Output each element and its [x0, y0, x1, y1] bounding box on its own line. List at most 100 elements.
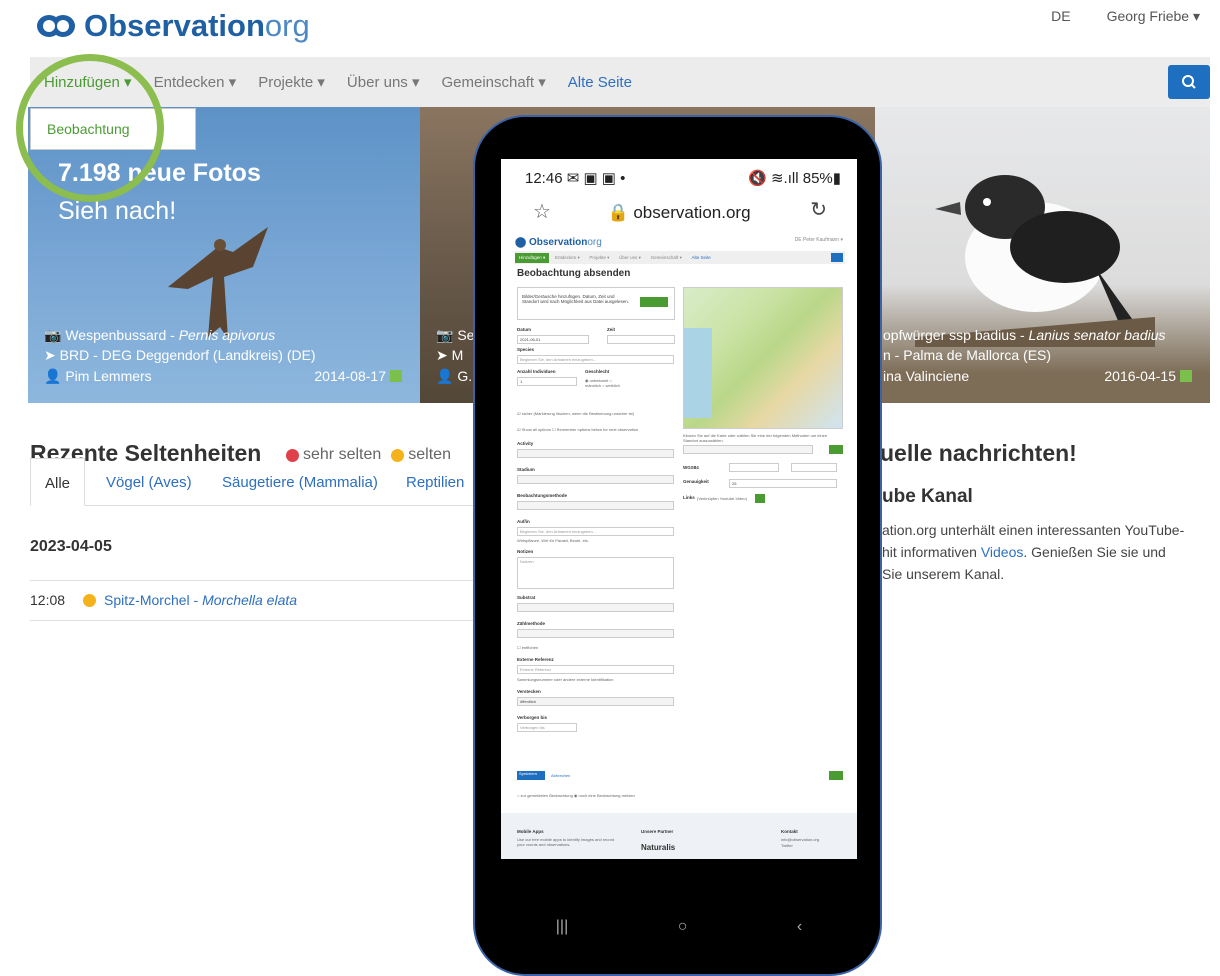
mini-top-right: DE Peter Kaufmann ▾ [794, 237, 843, 243]
hero-photo-left[interactable]: 7.198 neue Fotos Sieh nach! 📷 Wespenbuss… [28, 107, 420, 403]
mini-cancel-link[interactable]: Abbrechen [551, 773, 570, 778]
android-system-bar: ||| ○ ‹ [501, 909, 857, 945]
hero-middle-observer: 👤 G. [436, 368, 473, 384]
nav-gemeinschaft[interactable]: Gemeinschaft ▾ [441, 73, 545, 91]
mini-species-input[interactable]: Beginnen Sie, den Artnamen einzugeben... [517, 355, 674, 364]
mini-substrat-select[interactable] [517, 603, 674, 612]
youtube-text: ation.org unterhält einen interessanten … [882, 522, 1185, 582]
rarities-date: 2023-04-05 [30, 538, 112, 555]
hero-right-species: opfwürger ssp badius - Lanius senator ba… [883, 327, 1166, 343]
mini-save-button[interactable]: Speichern [517, 771, 545, 780]
tab-alle[interactable]: Alle [30, 458, 86, 506]
dropdown-beobachtung[interactable]: Beobachtung [30, 108, 196, 150]
mini-lat-input[interactable] [729, 463, 779, 472]
naturalis-logo[interactable]: Naturalis [641, 843, 675, 852]
mini-nav-item[interactable]: Über uns ▾ [619, 255, 641, 261]
language-switch[interactable]: DE [1051, 8, 1070, 25]
mini-upload-button[interactable] [640, 297, 668, 307]
mini-methode-select[interactable] [517, 501, 674, 510]
system-back-icon[interactable]: ‹ [797, 918, 802, 936]
mini-nav-item[interactable]: Projekte ▾ [589, 255, 609, 261]
nav-alte-seite[interactable]: Alte Seite [568, 74, 632, 91]
logo-suffix: org [264, 8, 310, 43]
mini-locate-button[interactable] [829, 445, 843, 454]
mini-zeit-input[interactable] [607, 335, 675, 344]
mini-show-all-checkbox[interactable]: ☑ Show all options ☐ Remember options be… [517, 427, 638, 432]
mini-label-activity: Activity [517, 441, 534, 446]
videos-link[interactable]: Videos [981, 544, 1024, 560]
mini-verborgen-input[interactable]: Verborgen bis [517, 723, 577, 732]
mini-nav-item[interactable]: Gemeinschaft ▾ [651, 255, 682, 261]
mini-activity-select[interactable] [517, 449, 674, 458]
divider [30, 580, 480, 581]
search-button[interactable] [1168, 65, 1210, 99]
mini-lon-input[interactable] [791, 463, 837, 472]
mini-stadium-select[interactable] [517, 475, 674, 484]
mini-map[interactable] [683, 287, 843, 429]
mini-datum-input[interactable]: 2021-06-01 [517, 335, 589, 344]
phone-status-time: 12:46 ✉ ▣ ▣ • [525, 170, 626, 187]
mini-label-extern: Externe Referenz [517, 657, 554, 662]
mini-label-auf: Auf/in [517, 519, 530, 524]
mini-label-datum: Datum [517, 327, 532, 332]
hero-left-location: ➤ BRD - DEG Deggendorf (Landkreis) (DE) [44, 347, 316, 363]
mini-entflohen-checkbox[interactable]: ☐ entflohen [517, 645, 538, 650]
mini-zaehl-select[interactable] [517, 629, 674, 638]
observation-logo-icon [37, 15, 75, 37]
hero-right-location: n - Palma de Mallorca (ES) [883, 347, 1052, 363]
news-title: uelle nachrichten! [880, 440, 1077, 466]
rarity-tabs: Alle Vögel (Aves) Säugetiere (Mammalia) … [30, 458, 480, 506]
mini-map-hint: Klicken Sie auf die Karte oder wählen Si… [683, 433, 828, 443]
obs-time: 12:08 [30, 592, 66, 608]
hero-photo-right[interactable]: opfwürger ssp badius - Lanius senator ba… [875, 107, 1210, 403]
mini-label-genauigkeit: Genauigkeit [683, 479, 709, 484]
tab-reptilien[interactable]: Reptilien [392, 458, 478, 491]
mini-genauigkeit-input[interactable]: 25 [729, 479, 837, 488]
mini-locate-button-2[interactable] [829, 771, 843, 780]
mini-geschlecht-radios[interactable]: ◉ unbekannt ○ männlich ○ weiblich [585, 378, 625, 388]
mini-after-save-radios[interactable]: ○ zur gemeldeten Beobachtung ◉ noch eine… [517, 793, 635, 798]
mini-nav-item[interactable]: Alte Seite [692, 255, 711, 260]
nav-projekte[interactable]: Projekte ▾ [258, 73, 325, 91]
hero-middle-species: 📷 Se [436, 327, 475, 343]
mini-notizen-textarea[interactable]: Notizen [517, 557, 674, 589]
mini-navbar: Hinzufügen ▾ Entdecken ▾ Projekte ▾ Über… [515, 251, 845, 264]
hero-right-date: 2016-04-15 [1104, 368, 1192, 384]
phone-screen: 12:46 ✉ ▣ ▣ • 🔇 ≋.ıll 85%▮ ☆ 🔒 observati… [501, 159, 857, 859]
mini-anzahl-input[interactable]: 1 [517, 377, 577, 386]
reload-icon[interactable]: ↻ [810, 197, 827, 222]
user-menu[interactable]: Georg Friebe ▾ [1107, 8, 1200, 25]
mini-nav-item[interactable]: Hinzufügen ▾ [515, 253, 550, 263]
nav-hinzufuegen[interactable]: Hinzufügen ▾ [44, 73, 132, 91]
tab-saeugetiere[interactable]: Säugetiere (Mammalia) [208, 458, 392, 491]
system-home-icon[interactable]: ○ [678, 918, 688, 936]
hero-headline: 7.198 neue Fotos [58, 159, 261, 187]
nav-ueber-uns[interactable]: Über uns ▾ [347, 73, 420, 91]
mini-label-species: Species [517, 347, 535, 352]
site-logo[interactable]: Observationorg [34, 8, 310, 44]
mini-page: ⬤ Observationorg DE Peter Kaufmann ▾ Hin… [501, 231, 857, 859]
mini-label-geschlecht: Geschlecht [585, 369, 610, 374]
tab-voegel[interactable]: Vögel (Aves) [92, 458, 206, 491]
mini-sicher-checkbox[interactable]: ☑ sicher (Markierung löschen, wenn die B… [517, 411, 634, 416]
mini-extern-hint: Sammlungsnummer oder andere externe Iden… [517, 677, 614, 682]
hero-left-species: 📷 Wespenbussard - Pernis apivorus [44, 327, 276, 343]
divider [30, 620, 480, 621]
rarity-row[interactable]: 12:08 Spitz-Morchel - Morchella elata [30, 592, 297, 608]
mini-verstecken-select[interactable]: öffentlich [517, 697, 674, 706]
mini-links-hint: (Verknüpfen Youtube-Video) [697, 496, 747, 501]
hero-left-observer: 👤 Pim Lemmers [44, 368, 152, 384]
recent-apps-icon[interactable]: ||| [556, 918, 568, 936]
mini-auf-input[interactable]: Beginnen Sie, den Artnamen einzugeben... [517, 527, 674, 536]
mini-upload-box[interactable]: Bilder/Geräusche hinzufügen. Datum, Zeit… [517, 287, 675, 320]
mini-add-link-button[interactable] [755, 494, 765, 503]
nav-entdecken[interactable]: Entdecken ▾ [154, 73, 237, 91]
obs-species[interactable]: Spitz-Morchel - Morchella elata [104, 592, 297, 608]
logo-main: Observation [84, 8, 265, 43]
mini-location-select[interactable] [683, 445, 813, 454]
mini-nav-item[interactable]: Entdecken ▾ [555, 255, 580, 261]
url-bar[interactable]: 🔒 observation.org [501, 195, 857, 231]
mini-search-icon[interactable] [831, 253, 843, 262]
mini-extern-input[interactable]: Externe Referenz [517, 665, 674, 674]
main-navbar: Hinzufügen ▾ Entdecken ▾ Projekte ▾ Über… [30, 57, 1210, 107]
